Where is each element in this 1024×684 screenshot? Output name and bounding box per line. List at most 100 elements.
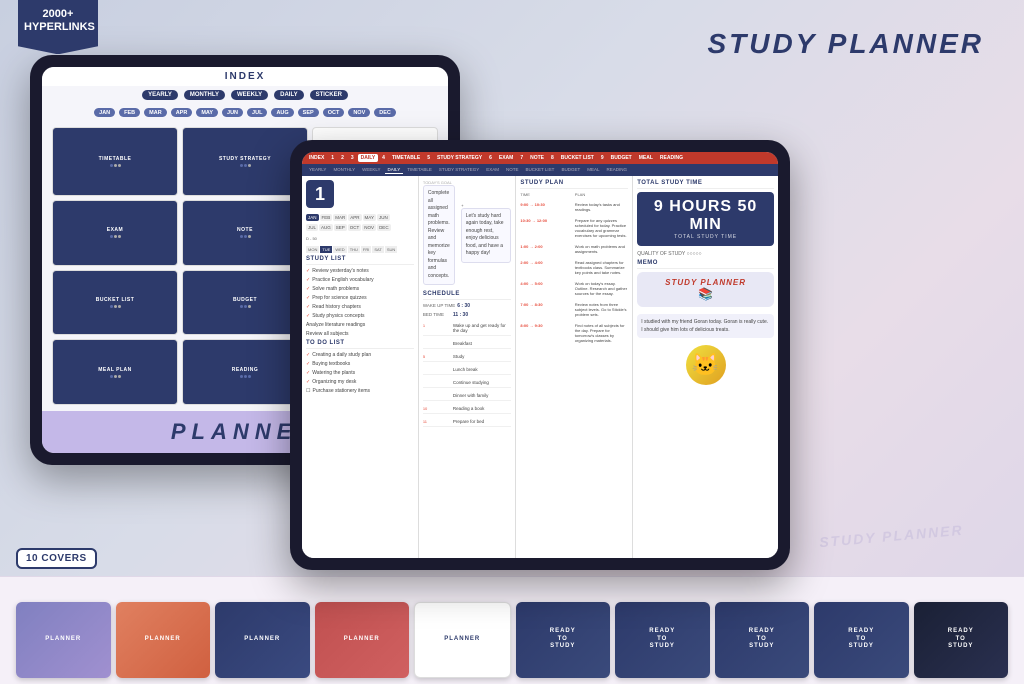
covers-grid: PLANNER PLANNER PLANNER PLANNER PLANNER … [16, 585, 1008, 676]
nav-daily[interactable]: DAILY [274, 90, 303, 100]
tab-aug[interactable]: AUG [319, 224, 333, 231]
day-tue[interactable]: TUE [320, 246, 332, 253]
d-counter: D - 50 [306, 236, 414, 241]
sub-budget[interactable]: BUDGET [558, 166, 583, 174]
cover-6[interactable]: READYTOSTUDY [516, 602, 611, 678]
cover-9[interactable]: READYTOSTUDY [814, 602, 909, 678]
sub-monthly[interactable]: MONTHLY [330, 166, 358, 174]
tab-feb[interactable]: FEB [320, 214, 333, 221]
index-timetable[interactable]: TIMETABLE [52, 127, 178, 196]
day-thu[interactable]: THU [348, 246, 360, 253]
month-sep[interactable]: SEP [298, 108, 319, 117]
wake-time-block: WAKE UP TIME 6 : 30 [423, 303, 512, 309]
sub-study-strategy[interactable]: STUDY STRATEGY [436, 166, 482, 174]
tab-may[interactable]: MAY [363, 214, 376, 221]
tab-8[interactable]: 8 [548, 154, 557, 162]
time-slot-3: 1:00 → 2:00 Work on math problems and as… [520, 244, 628, 254]
tab-sep[interactable]: SEP [334, 224, 347, 231]
month-nov[interactable]: NOV [348, 108, 370, 117]
sub-timetable[interactable]: TIMETABLE [404, 166, 435, 174]
tab-jun[interactable]: JUN [377, 214, 390, 221]
day-mon[interactable]: MON [306, 246, 319, 253]
tab-exam[interactable]: EXAM [496, 154, 516, 162]
tab-2[interactable]: 2 [338, 154, 347, 162]
tab-index[interactable]: INDEX [306, 154, 327, 162]
tab-meal[interactable]: MEAL [636, 154, 656, 162]
tab-daily[interactable]: DAILY [358, 154, 379, 162]
nav-sticker[interactable]: STICKER [310, 90, 348, 100]
todo-2: ✓Buying textbooks [306, 361, 414, 367]
month-aug[interactable]: AUG [271, 108, 293, 117]
day-fri[interactable]: FRI [361, 246, 371, 253]
tab-6[interactable]: 6 [486, 154, 495, 162]
tab-7[interactable]: 7 [517, 154, 526, 162]
nav-yearly[interactable]: YEARLY [142, 90, 178, 100]
month-may[interactable]: MAY [196, 108, 218, 117]
covers-label: 10 COVERS [16, 548, 97, 569]
tab-4[interactable]: 4 [379, 154, 388, 162]
tab-oct[interactable]: OCT [348, 224, 362, 231]
sub-daily[interactable]: DAILY [385, 166, 404, 174]
cover-3[interactable]: PLANNER [215, 602, 310, 678]
cover-10[interactable]: READYTOSTUDY [914, 602, 1009, 678]
sub-exam[interactable]: EXAM [483, 166, 502, 174]
sub-weekly[interactable]: WEEKLY [359, 166, 383, 174]
tab-study-strategy[interactable]: STUDY STRATEGY [434, 154, 485, 162]
day-sat[interactable]: SAT [372, 246, 383, 253]
tab-5[interactable]: 5 [424, 154, 433, 162]
month-dec[interactable]: DEC [374, 108, 396, 117]
ribbon-text: 2000+ HYPERLINKS [24, 8, 92, 34]
todo-5: ☐Purchase stationery items [306, 388, 414, 394]
month-feb[interactable]: FEB [119, 108, 140, 117]
sub-reading[interactable]: READING [603, 166, 630, 174]
nav-weekly[interactable]: WEEKLY [231, 90, 268, 100]
month-oct[interactable]: OCT [323, 108, 345, 117]
top-nav-bar: INDEX 1 2 3 DAILY 4 TIMETABLE 5 STUDY ST… [302, 152, 778, 164]
col-study-plan: STUDY PLAN TIMEPLAN 9:00 → 10:30 Review … [516, 176, 632, 558]
sub-meal[interactable]: MEAL [584, 166, 602, 174]
month-jun[interactable]: JUN [222, 108, 243, 117]
tab-apr[interactable]: APR [348, 214, 361, 221]
tab-jan[interactable]: JAN [306, 214, 319, 221]
cover-4[interactable]: PLANNER [315, 602, 410, 678]
sched-4: Lunch break [423, 365, 512, 375]
total-study-header: TOTAL STUDY TIME [637, 180, 774, 189]
tab-dec[interactable]: DEC [377, 224, 391, 231]
study-task-6: ✓Study physics concepts [306, 313, 414, 319]
day-wed[interactable]: WED [333, 246, 346, 253]
month-mar[interactable]: MAR [144, 108, 167, 117]
month-apr[interactable]: APR [171, 108, 193, 117]
index-bucket-list[interactable]: BUCKET LIST [52, 270, 178, 336]
nav-monthly[interactable]: MONTHLY [184, 90, 225, 100]
study-task-4: ✓Prep for science quizzes [306, 295, 414, 301]
todo-header: TO DO LIST [306, 340, 414, 349]
sub-yearly[interactable]: YEARLY [306, 166, 329, 174]
month-jan[interactable]: JAN [94, 108, 115, 117]
tab-jul[interactable]: JUL [306, 224, 318, 231]
sub-bucket[interactable]: BUCKET LIST [523, 166, 558, 174]
tab-note[interactable]: NOTE [527, 154, 547, 162]
tab-9[interactable]: 9 [598, 154, 607, 162]
cover-7[interactable]: READYTOSTUDY [615, 602, 710, 678]
index-meal-plan[interactable]: MEAL PLAN [52, 339, 178, 405]
day-sun[interactable]: SUN [385, 246, 397, 253]
index-exam[interactable]: EXAM [52, 200, 178, 266]
tab-timetable[interactable]: TIMETABLE [389, 154, 423, 162]
cover-2[interactable]: PLANNER [116, 602, 211, 678]
cover-8[interactable]: READYTOSTUDY [715, 602, 810, 678]
tab-reading[interactable]: READING [657, 154, 686, 162]
cover-5[interactable]: PLANNER [414, 602, 511, 678]
sched-3: 5 Study [423, 352, 512, 362]
study-plan-header: STUDY PLAN [520, 180, 628, 189]
sub-note[interactable]: NOTE [503, 166, 522, 174]
tab-budget[interactable]: BUDGET [608, 154, 635, 162]
tab-3[interactable]: 3 [348, 154, 357, 162]
planner-main-content: 1 JAN FEB MAR APR MAY JUN JUL AUG SEP OC… [302, 176, 778, 558]
tab-bucket[interactable]: BUCKET LIST [558, 154, 597, 162]
tab-nov[interactable]: NOV [362, 224, 376, 231]
cover-1[interactable]: PLANNER [16, 602, 111, 678]
tab-1[interactable]: 1 [328, 154, 337, 162]
sched-6: Dinner with family [423, 391, 512, 401]
month-jul[interactable]: JUL [247, 108, 267, 117]
tab-mar[interactable]: MAR [333, 214, 347, 221]
